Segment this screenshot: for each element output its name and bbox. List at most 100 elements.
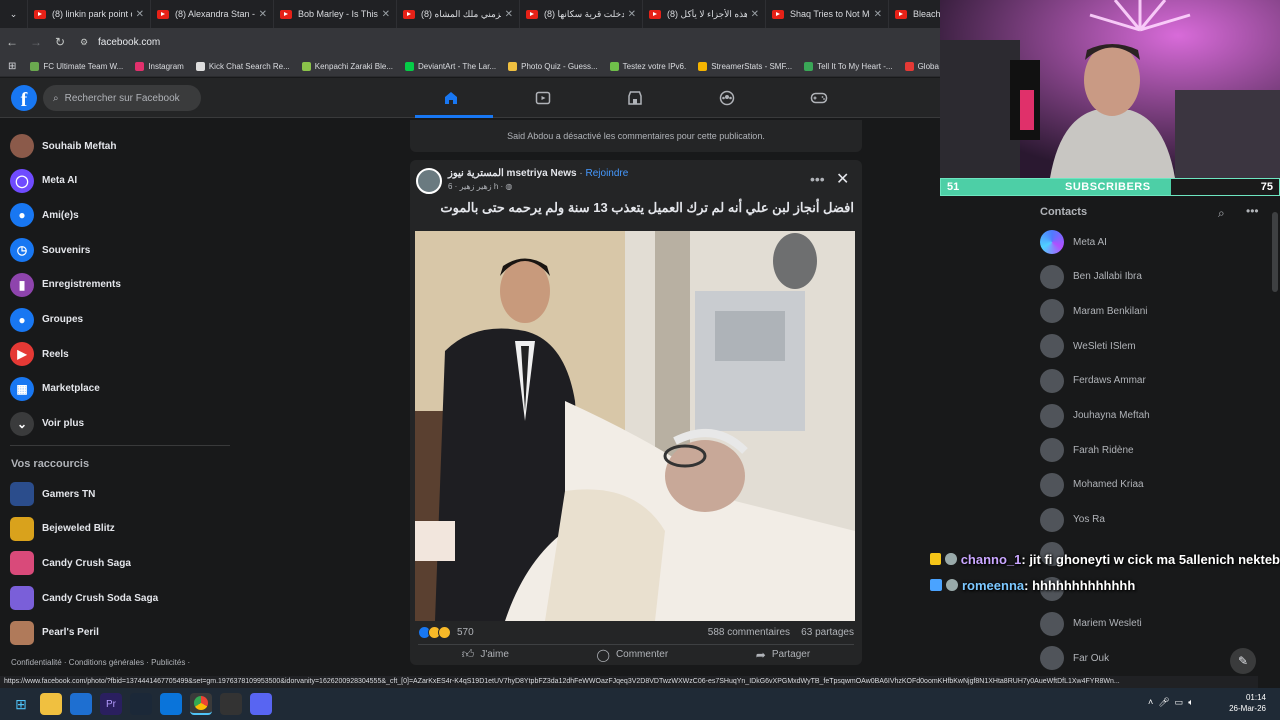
more-options-icon[interactable]: ••• bbox=[810, 171, 825, 187]
profile-avatar-icon bbox=[10, 134, 34, 158]
post-author-time[interactable]: زهير زهير · 6 h · bbox=[448, 182, 505, 191]
close-tab-icon[interactable]: ✕ bbox=[874, 9, 882, 20]
page-name[interactable]: المسترية نيوز msetriya News bbox=[448, 168, 577, 179]
sidebar-item[interactable]: ◷ Souvenirs bbox=[10, 235, 90, 265]
forward-button[interactable]: → bbox=[24, 35, 48, 49]
shortcut-item[interactable]: Gamers TN bbox=[10, 479, 95, 509]
nav-groups-icon[interactable] bbox=[699, 84, 755, 112]
apps-grid-icon[interactable]: ⊞ bbox=[8, 61, 16, 72]
system-clock[interactable]: 01:14 26-Mar-26 bbox=[1229, 692, 1266, 714]
share-button[interactable]: ➦ Partager bbox=[756, 648, 810, 662]
browser-tab[interactable]: (8) Alexandra Stan - I ✕ bbox=[151, 0, 274, 28]
bookmark-item[interactable]: Tell It To My Heart -... bbox=[804, 61, 893, 71]
comment-button[interactable]: ◯ Commenter bbox=[597, 648, 669, 662]
sidebar-item[interactable]: ▮ Enregistrements bbox=[10, 270, 121, 300]
shortcut-item[interactable]: Pearl's Peril bbox=[10, 618, 99, 648]
close-tab-icon[interactable]: ✕ bbox=[382, 9, 390, 20]
close-tab-icon[interactable]: ✕ bbox=[628, 9, 636, 20]
bookmark-item[interactable]: Testez votre IPv6. bbox=[609, 61, 686, 71]
contact-item[interactable]: Mariem Wesleti bbox=[1040, 611, 1142, 637]
browser-tab[interactable]: (8) دخلت قرية سكانها ✕ bbox=[520, 0, 643, 28]
back-button[interactable]: ← bbox=[0, 35, 24, 49]
contact-item[interactable]: Far Ouk bbox=[1040, 645, 1109, 671]
url-field[interactable]: facebook.com bbox=[98, 37, 160, 48]
windows-start-icon[interactable]: ⊞ bbox=[10, 693, 32, 715]
contact-item[interactable]: Ferdaws Ammar bbox=[1040, 368, 1146, 394]
site-info-icon[interactable]: ⚙ bbox=[72, 37, 96, 48]
browser-tab[interactable]: Bob Marley - Is This L ✕ bbox=[274, 0, 397, 28]
tab-list-button[interactable]: ⌄ bbox=[0, 0, 28, 28]
post-photo[interactable] bbox=[415, 231, 855, 621]
contact-item[interactable]: Maram Benkilani bbox=[1040, 298, 1147, 324]
shortcut-item[interactable]: Candy Crush Saga bbox=[10, 548, 131, 578]
stream-chat-overlay: channo_1 : jit fi ghoneyti w cick ma 5al… bbox=[930, 546, 1280, 598]
bookmark-item[interactable]: Photo Quiz - Guess... bbox=[508, 61, 598, 71]
close-icon[interactable]: ✕ bbox=[836, 169, 849, 189]
sidebar-item[interactable]: ⌄ Voir plus bbox=[10, 409, 84, 439]
premiere-icon[interactable]: Pr bbox=[100, 693, 122, 715]
nav-home-icon[interactable] bbox=[423, 84, 479, 112]
contact-item[interactable]: Ben Jallabi Ibra bbox=[1040, 264, 1142, 290]
reload-button[interactable]: ↻ bbox=[48, 35, 72, 49]
browser-tab[interactable]: (8) هذه الأجزاء لا يأكل ✕ bbox=[643, 0, 766, 28]
close-tab-icon[interactable]: ✕ bbox=[259, 9, 267, 20]
shares-count[interactable]: 63 partages bbox=[801, 627, 854, 638]
sidebar-item[interactable]: ● Ami(e)s bbox=[10, 200, 79, 230]
contact-item[interactable]: Jouhayna Meftah bbox=[1040, 403, 1150, 429]
close-tab-icon[interactable]: ✕ bbox=[136, 9, 144, 20]
chrome-icon[interactable] bbox=[190, 693, 212, 715]
browser-tab[interactable]: Shaq Tries to Not Me ✕ bbox=[766, 0, 889, 28]
bookmark-item[interactable]: DeviantArt - The Lar... bbox=[405, 61, 496, 71]
bookmark-item[interactable]: Kenpachi Zaraki Ble... bbox=[301, 61, 393, 71]
search-icon[interactable]: ⌕ bbox=[1218, 206, 1225, 221]
sidebar-item-label: Groupes bbox=[42, 314, 84, 325]
close-tab-icon[interactable]: ✕ bbox=[751, 9, 759, 20]
bookmark-item[interactable]: StreamerStats - SMF... bbox=[698, 61, 792, 71]
contact-avatar bbox=[1040, 646, 1064, 671]
contact-item[interactable]: Meta AI bbox=[1040, 229, 1107, 255]
nav-video-icon[interactable] bbox=[515, 84, 571, 112]
footer-links[interactable]: Confidentialité · Conditions générales ·… bbox=[11, 658, 190, 667]
contact-item[interactable]: Mohamed Kriaa bbox=[1040, 472, 1144, 498]
browser-tab[interactable]: (8) linkin park point o ✕ bbox=[28, 0, 151, 28]
join-link[interactable]: Rejoindre bbox=[586, 168, 629, 179]
memories-clock-icon: ◷ bbox=[10, 238, 34, 263]
facebook-logo[interactable]: f bbox=[11, 85, 37, 111]
chevron-down-icon: ⌄ bbox=[9, 8, 18, 19]
tray-icons[interactable]: ˄ 🎤︎ ▭ 🔈︎ bbox=[1148, 697, 1194, 708]
more-options-icon[interactable]: ••• bbox=[1246, 204, 1259, 218]
steam-icon[interactable] bbox=[130, 693, 152, 715]
nav-gaming-icon[interactable] bbox=[791, 84, 847, 112]
scrollbar[interactable] bbox=[1272, 212, 1278, 292]
reactions-summary[interactable]: 570 bbox=[418, 626, 474, 639]
contact-item[interactable]: Yos Ra bbox=[1040, 507, 1105, 533]
browser-tab[interactable]: (8) الزمني ملك المشاه ✕ bbox=[397, 0, 520, 28]
sidebar-item[interactable]: ● Groupes bbox=[10, 305, 83, 335]
bookmark-item[interactable]: Globa bbox=[904, 61, 939, 71]
app-icon-2[interactable] bbox=[220, 693, 242, 715]
sidebar-item[interactable]: ◯ Meta AI bbox=[10, 166, 77, 196]
contact-item[interactable]: WeSleti ISlem bbox=[1040, 333, 1136, 359]
close-tab-icon[interactable]: ✕ bbox=[505, 9, 513, 20]
bookmark-item[interactable]: Instagram bbox=[135, 61, 184, 71]
new-message-button[interactable]: ✎ bbox=[1230, 648, 1256, 674]
discord-icon[interactable] bbox=[250, 693, 272, 715]
comments-count[interactable]: 588 commentaires bbox=[708, 627, 790, 638]
contact-item[interactable]: Farah Ridène bbox=[1040, 437, 1134, 463]
shortcut-item[interactable]: Candy Crush Soda Saga bbox=[10, 583, 158, 613]
file-explorer-icon[interactable] bbox=[40, 693, 62, 715]
sidebar-item[interactable]: Souhaib Meftah bbox=[10, 131, 116, 161]
app-icon[interactable] bbox=[160, 693, 182, 715]
groups-icon: ● bbox=[10, 307, 34, 332]
search-input[interactable]: ⌕ Rechercher sur Facebook bbox=[43, 85, 201, 111]
page-avatar[interactable] bbox=[416, 168, 442, 194]
bookmark-item[interactable]: FC Ultimate Team W... bbox=[30, 61, 123, 71]
sidebar-item[interactable]: ▶ Reels bbox=[10, 339, 69, 369]
nav-marketplace-icon[interactable] bbox=[607, 84, 663, 112]
outlook-icon[interactable] bbox=[70, 693, 92, 715]
shortcut-label: Pearl's Peril bbox=[42, 627, 99, 639]
like-button[interactable]: 👍︎ J'aime bbox=[462, 647, 509, 662]
sidebar-item[interactable]: ▦ Marketplace bbox=[10, 374, 100, 404]
bookmark-item[interactable]: Kick Chat Search Re... bbox=[195, 61, 290, 71]
shortcut-item[interactable]: Bejeweled Blitz bbox=[10, 514, 115, 544]
